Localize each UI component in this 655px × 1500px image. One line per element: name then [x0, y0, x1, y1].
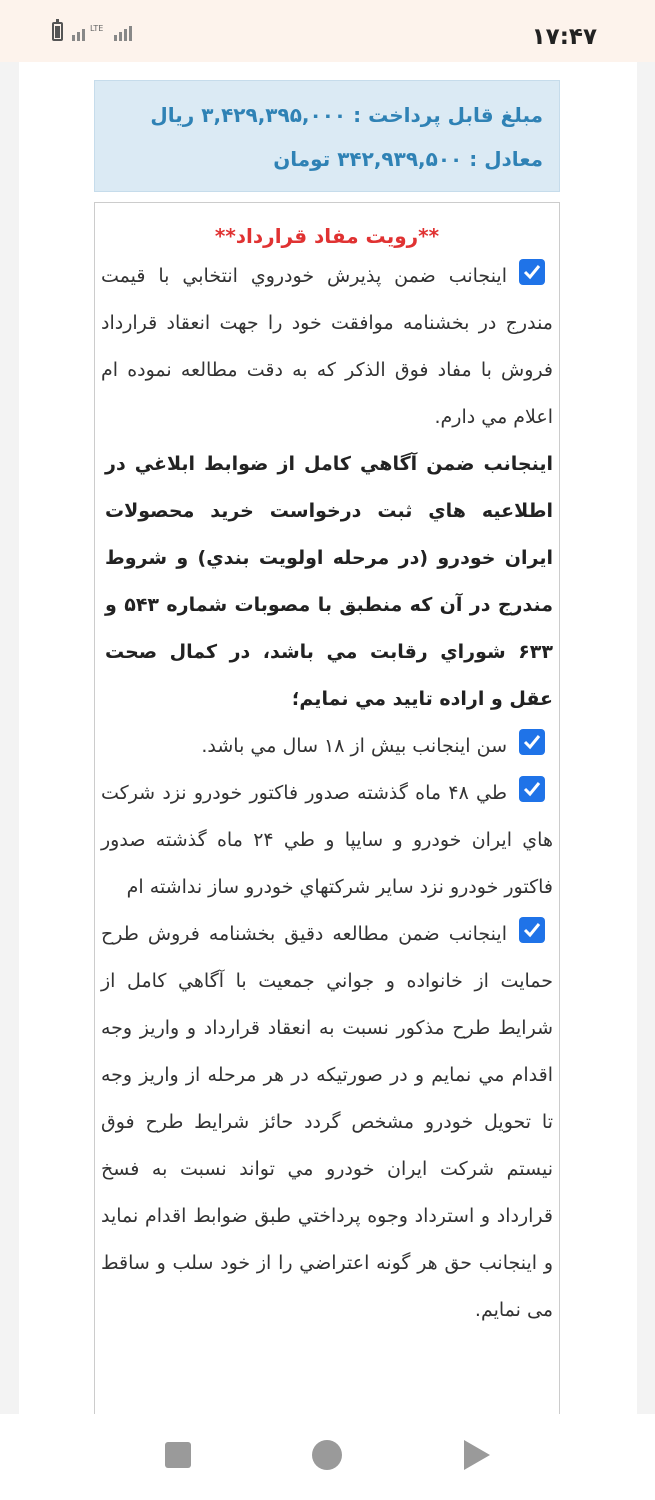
regulations-notice: اينجانب ضمن آگاهي كامل از ضوابط ابلاغي د… [105, 453, 553, 710]
checkmark-icon [523, 734, 541, 749]
checkmark-icon [523, 781, 541, 796]
contract-title: **رويت مفاد قرارداد** [214, 224, 440, 248]
checkbox-age[interactable] [519, 728, 545, 755]
checkmark-icon [523, 264, 541, 279]
recents-square-icon[interactable] [165, 1442, 191, 1468]
back-triangle-icon[interactable] [464, 1440, 490, 1470]
payment-amount: مبلغ قابل پرداخت : ۳,۴۲۹,۳۹۵,۰۰۰ ریال [150, 103, 543, 127]
clause-previous-invoice-text: طي ۴۸ ماه گذشته صدور فاكتور خودرو نزد شر… [101, 782, 553, 898]
status-icons: LTE [52, 19, 133, 41]
clause-age-text: سن اينجانب بيش از ۱۸ سال مي باشد. [201, 735, 507, 757]
signal-icon [72, 29, 85, 41]
clause-family-support-plan: اينجانب ضمن مطالعه دقيق بخشنامه فروش طرح… [95, 911, 559, 1334]
navigation-bar [0, 1414, 655, 1500]
clause-price-acceptance: اينجانب ضمن پذيرش خودروي انتخابي با قيمت… [95, 253, 559, 441]
page-content[interactable]: مبلغ قابل پرداخت : ۳,۴۲۹,۳۹۵,۰۰۰ ریال مع… [19, 62, 637, 1462]
status-bar: LTE ۱۷:۴۷ [0, 0, 655, 62]
network-type-label: LTE [90, 24, 104, 33]
payment-equivalent: معادل : ۳۴۲,۹۳۹,۵۰۰ تومان [273, 147, 543, 171]
checkbox-family-support-plan[interactable] [519, 916, 545, 943]
clause-age: سن اينجانب بيش از ۱۸ سال مي باشد. [95, 723, 559, 770]
home-circle-icon[interactable] [312, 1440, 342, 1470]
clause-family-support-plan-text: اينجانب ضمن مطالعه دقيق بخشنامه فروش طرح… [101, 923, 553, 1321]
contract-terms-box[interactable]: **رويت مفاد قرارداد** اينجانب ضمن پذيرش … [94, 202, 560, 1462]
checkbox-previous-invoice[interactable] [519, 775, 545, 802]
signal-strength-icon [114, 26, 133, 41]
checkbox-price-acceptance[interactable] [519, 258, 545, 285]
clause-price-acceptance-text: اينجانب ضمن پذيرش خودروي انتخابي با قيمت… [101, 265, 553, 428]
payment-summary: مبلغ قابل پرداخت : ۳,۴۲۹,۳۹۵,۰۰۰ ریال مع… [94, 80, 560, 192]
checkmark-icon [523, 922, 541, 937]
clause-previous-invoice: طي ۴۸ ماه گذشته صدور فاكتور خودرو نزد شر… [95, 770, 559, 911]
clock: ۱۷:۴۷ [531, 24, 597, 50]
battery-icon [52, 19, 63, 41]
